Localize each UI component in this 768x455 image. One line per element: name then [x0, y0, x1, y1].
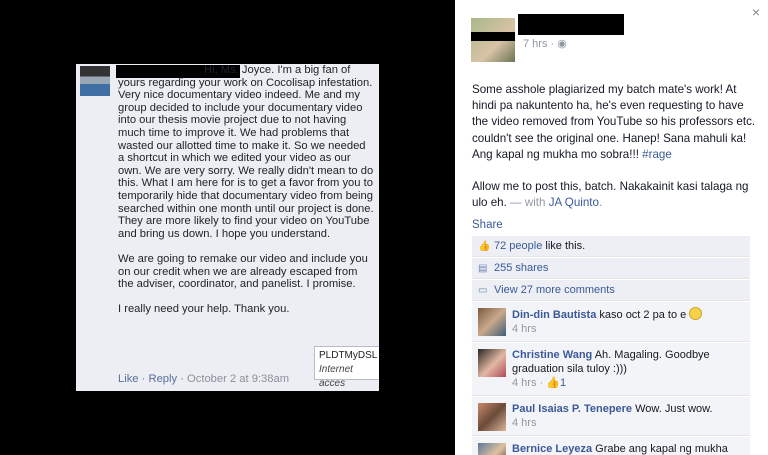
shares-row: ▤ 255 shares [472, 258, 750, 279]
comment-item: Bernice Leyeza Grabe ang kapal ng mukha … [472, 437, 750, 455]
thumbs-up-icon: 👍 [478, 241, 491, 252]
tagged-friend-link[interactable]: JA Quinto [549, 196, 599, 209]
commenter-avatar[interactable] [478, 403, 506, 431]
post-panel: × 7 hrs · ◉ Some asshole plagiarized my … [455, 0, 768, 455]
commenter-name[interactable]: Christine Wang [512, 349, 592, 361]
tooltip-title: PLDTMyDSL [319, 350, 378, 361]
likes-count-link[interactable]: 72 people [494, 240, 542, 252]
network-tooltip: PLDTMyDSL Internet acces [314, 346, 379, 389]
comment-like-icon[interactable]: 👍 [546, 377, 560, 389]
sender-avatar [80, 66, 110, 96]
redacted-avatar-bar [471, 32, 515, 41]
comment-item: Din-din Bautista kaso oct 2 pa to e 4 hr… [472, 302, 750, 342]
comment-timestamp[interactable]: 4 hrs [512, 416, 744, 430]
view-more-comments-link[interactable]: View 27 more comments [494, 284, 615, 296]
commenter-avatar[interactable] [478, 443, 506, 455]
like-link[interactable]: Like [118, 373, 139, 385]
post-paragraph-2: Allow me to post this, batch. Nakakainit… [472, 180, 749, 210]
message-timestamp: October 2 at 9:38am [187, 373, 290, 385]
view-more-row: ▭ View 27 more comments [472, 280, 750, 301]
shares-link[interactable]: 255 shares [494, 262, 548, 274]
comment-item: Christine Wang Ah. Magaling. Goodbye gra… [472, 343, 750, 396]
separator: · [138, 373, 149, 385]
comment-timestamp[interactable]: 4 hrs [512, 377, 536, 389]
close-icon[interactable]: × [752, 4, 760, 20]
message-text: Hi, Ms. Joyce. I'm a big fan of yours re… [118, 64, 374, 316]
comment-item: Paul Isaias P. Tenepere Wow. Just wow. 4… [472, 397, 750, 436]
comment-meta: 4 hrs · 👍1 [512, 377, 567, 389]
plagiarist-message: Hi, Ms. Joyce. I'm a big fan of yours re… [118, 64, 374, 316]
reply-link[interactable]: Reply [148, 373, 177, 385]
post-meta: 7 hrs · ◉ [523, 37, 567, 50]
audience-icon[interactable]: ◉ [557, 38, 567, 50]
commenter-name[interactable]: Din-din Bautista [512, 309, 596, 321]
smiley-icon [689, 307, 703, 320]
commenter-name[interactable]: Bernice Leyeza [512, 443, 592, 455]
share-link[interactable]: Share [472, 219, 503, 231]
comment-timestamp[interactable]: 4 hrs [512, 322, 744, 336]
commenter-avatar[interactable] [478, 308, 506, 336]
comment-icon: ▭ [478, 285, 488, 296]
comment-like-count[interactable]: 1 [560, 377, 566, 389]
separator: · [177, 373, 188, 385]
message-actions: Like · Reply · October 2 at 9:38am [118, 373, 289, 385]
likes-row: 👍 72 people like this. [472, 236, 750, 257]
tooltip-subtitle: Internet acces [319, 364, 353, 389]
hashtag-link[interactable]: #rage [642, 148, 672, 161]
embedded-message-screenshot: Hi, Ms. Joyce. I'm a big fan of yours re… [76, 64, 379, 391]
commenter-avatar[interactable] [478, 349, 506, 377]
separator: · [547, 38, 558, 50]
post-timestamp[interactable]: 7 hrs [523, 38, 547, 50]
post-body: Some asshole plagiarized my batch mate's… [472, 82, 757, 227]
share-icon: ▤ [478, 263, 488, 274]
post-paragraph-1: Some asshole plagiarized my batch mate's… [472, 83, 756, 161]
commenter-name[interactable]: Paul Isaias P. Tenepere [512, 403, 632, 415]
feedback-section: 👍 72 people like this. ▤ 255 shares ▭ View … [472, 236, 750, 455]
redacted-poster-name [518, 14, 624, 35]
